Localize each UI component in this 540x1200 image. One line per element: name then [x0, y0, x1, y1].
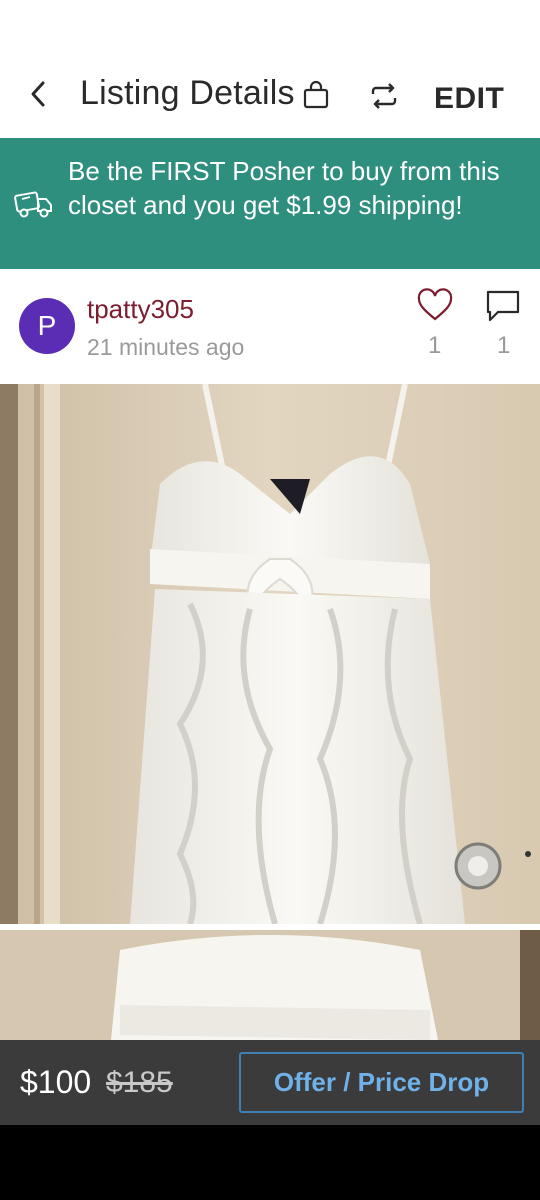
- shipping-truck-icon: [12, 186, 56, 225]
- chevron-left-icon: [31, 81, 45, 107]
- promo-banner-text: Be the FIRST Posher to buy from this clo…: [68, 156, 500, 220]
- original-price: $185: [106, 1066, 173, 1099]
- posted-time: 21 minutes ago: [87, 334, 245, 360]
- shopping-bag-icon[interactable]: [302, 80, 330, 110]
- header: Listing Details EDIT: [0, 0, 540, 138]
- comment-count: 1: [497, 332, 511, 359]
- share-button[interactable]: [364, 78, 404, 114]
- listing-screen: Listing Details EDIT Be the FIRST Posher…: [0, 0, 540, 1125]
- comment-bubble-icon: [486, 290, 520, 322]
- seller-username[interactable]: tpatty305: [87, 294, 194, 325]
- like-button[interactable]: [416, 288, 454, 324]
- back-button[interactable]: [18, 74, 58, 114]
- listing-photo-main[interactable]: [0, 384, 540, 924]
- listing-photo-secondary[interactable]: [0, 927, 540, 1047]
- comment-button[interactable]: [484, 288, 522, 324]
- repost-icon: [371, 83, 397, 109]
- heart-icon: [417, 288, 453, 321]
- seller-row: [0, 269, 540, 384]
- like-count: 1: [428, 332, 442, 359]
- listing-price: $100: [20, 1064, 92, 1100]
- avatar[interactable]: P: [19, 298, 75, 354]
- edit-button[interactable]: EDIT: [434, 82, 504, 116]
- page-title: Listing Details: [80, 74, 295, 112]
- offer-price-drop-button[interactable]: Offer / Price Drop: [239, 1052, 524, 1113]
